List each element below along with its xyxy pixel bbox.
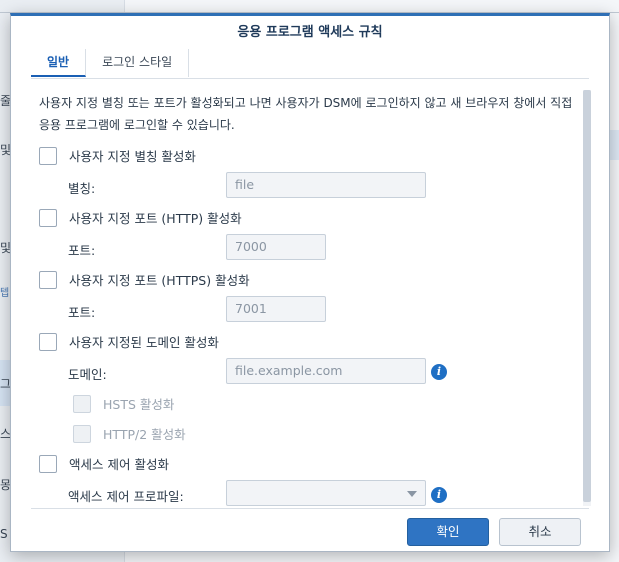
- https-port-option-row: 사용자 지정 포트 (HTTPS) 활성화: [39, 270, 250, 289]
- general-tab-content: 사용자 지정 별칭 또는 포트가 활성화되고 나면 사용자가 DSM에 로그인하…: [39, 92, 579, 506]
- tab-bar: 일반 로그인 스타일: [31, 49, 190, 77]
- alias-field-label: 별칭:: [68, 181, 96, 196]
- access-control-profile-label: 액세스 제어 프로파일:: [68, 489, 184, 504]
- alias-option-row: 사용자 지정 별칭 활성화: [39, 146, 196, 165]
- alias-checkbox-label[interactable]: 사용자 지정 별칭 활성화: [69, 146, 196, 165]
- https-port-field-label: 포트:: [68, 305, 96, 320]
- description-text: 사용자 지정 별칭 또는 포트가 활성화되고 나면 사용자가 DSM에 로그인하…: [39, 96, 573, 132]
- hsts-checkbox-label: HSTS 활성화: [103, 397, 175, 412]
- ok-button[interactable]: 확인: [407, 518, 489, 546]
- chevron-down-icon: [407, 491, 417, 497]
- tab-general[interactable]: 일반: [31, 49, 87, 77]
- custom-domain-checkbox-label[interactable]: 사용자 지정된 도메인 활성화: [69, 332, 219, 351]
- access-control-option-row: 액세스 제어 활성화: [39, 454, 169, 473]
- access-control-checkbox[interactable]: [39, 454, 57, 473]
- http-port-input[interactable]: 7000: [226, 234, 326, 260]
- domain-field-label: 도메인:: [68, 367, 107, 382]
- https-port-input[interactable]: 7001: [226, 296, 326, 322]
- dialog-title: 응용 프로그램 액세스 규칙: [237, 25, 383, 40]
- tab-login-style[interactable]: 로그인 스타일: [86, 49, 190, 77]
- http-port-checkbox[interactable]: [39, 208, 57, 227]
- alias-checkbox[interactable]: [39, 146, 57, 165]
- http2-checkbox[interactable]: [73, 424, 91, 443]
- domain-info-icon[interactable]: i: [431, 364, 447, 380]
- hsts-checkbox[interactable]: [73, 394, 91, 413]
- cancel-button[interactable]: 취소: [499, 518, 581, 546]
- http-port-field-label: 포트:: [68, 243, 96, 258]
- http-port-option-row: 사용자 지정 포트 (HTTP) 활성화: [39, 208, 242, 227]
- access-control-profile-select[interactable]: [226, 480, 426, 506]
- tab-divider: [31, 78, 589, 79]
- http2-option-row: HTTP/2 활성화: [73, 424, 186, 443]
- application-access-rules-dialog: 응용 프로그램 액세스 규칙 일반 로그인 스타일 사용자 지정 별칭 또는 포…: [10, 13, 610, 552]
- https-port-checkbox[interactable]: [39, 270, 57, 289]
- https-port-checkbox-label[interactable]: 사용자 지정 포트 (HTTPS) 활성화: [69, 270, 250, 289]
- access-control-checkbox-label[interactable]: 액세스 제어 활성화: [69, 454, 169, 473]
- background-sidebar-fragment: 텝: [0, 288, 10, 299]
- http-port-checkbox-label[interactable]: 사용자 지정 포트 (HTTP) 활성화: [69, 208, 242, 227]
- background-sidebar-fragment: S: [0, 527, 8, 541]
- http2-checkbox-label: HTTP/2 활성화: [103, 427, 186, 442]
- scrollbar-thumb[interactable]: [583, 90, 591, 502]
- footer-divider: [31, 508, 589, 509]
- custom-domain-checkbox[interactable]: [39, 332, 57, 351]
- domain-input[interactable]: file.example.com: [226, 358, 426, 384]
- hsts-option-row: HSTS 활성화: [73, 394, 174, 413]
- alias-input[interactable]: file: [226, 172, 426, 198]
- access-control-info-icon[interactable]: i: [431, 487, 447, 503]
- custom-domain-option-row: 사용자 지정된 도메인 활성화: [39, 332, 219, 351]
